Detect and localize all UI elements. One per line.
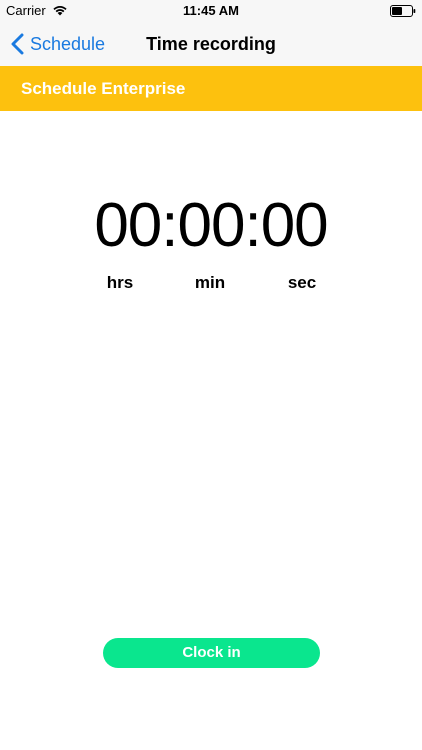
status-time: 11:45 AM — [183, 3, 239, 18]
timer-display: 00:00:00 — [94, 191, 328, 260]
minutes-label: min — [194, 273, 226, 292]
hours-label: hrs — [106, 273, 134, 292]
battery-icon — [390, 5, 416, 17]
page-title: Time recording — [146, 34, 276, 54]
seconds-label: sec — [287, 273, 317, 292]
status-bar: Carrier 11:45 AM — [0, 0, 422, 22]
company-banner: Schedule Enterprise — [0, 66, 422, 111]
clock-in-button[interactable]: Clock in — [103, 638, 320, 668]
navigation-bar: Schedule Time recording — [0, 22, 422, 66]
banner-title: Schedule Enterprise — [21, 79, 186, 98]
